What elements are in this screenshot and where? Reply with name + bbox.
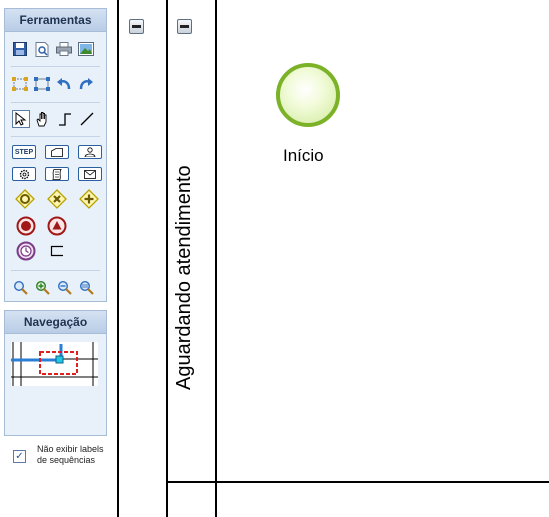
straight-connector-icon[interactable] [79, 111, 95, 127]
gateway-x-icon[interactable] [47, 189, 67, 209]
end-event-icon[interactable] [16, 216, 36, 236]
hand-pan-icon[interactable] [35, 111, 51, 127]
step-label: STEP [14, 148, 34, 156]
start-event[interactable] [276, 63, 340, 127]
print-preview-icon[interactable] [34, 41, 50, 57]
gateway-exclusive-icon[interactable] [15, 189, 35, 209]
annotation-icon[interactable] [49, 243, 65, 259]
export-image-icon[interactable] [78, 41, 94, 57]
toolbar-separator [11, 66, 100, 67]
minimap-drawing [11, 342, 98, 386]
zoom-actual-icon[interactable] [78, 279, 94, 295]
pointer-icon[interactable] [12, 110, 30, 128]
user-task-icon[interactable] [78, 145, 102, 159]
toolbox-panel: Ferramentas STEP [4, 8, 107, 302]
hide-labels-label[interactable]: Não exibir labels de sequências [37, 444, 112, 466]
toolbar-separator [11, 270, 100, 271]
zoom-out-icon[interactable] [56, 279, 72, 295]
ungroup-icon[interactable] [34, 76, 50, 92]
save-icon[interactable] [12, 41, 28, 57]
timer-event-icon[interactable] [16, 241, 36, 261]
lane-header-divider [215, 0, 217, 517]
message-task-icon[interactable] [78, 167, 102, 181]
toolbox-title: Ferramentas [5, 9, 106, 32]
error-event-icon[interactable] [47, 216, 67, 236]
zoom-fit-icon[interactable] [12, 279, 28, 295]
navigation-panel: Navegação [4, 310, 107, 436]
print-icon[interactable] [56, 41, 72, 57]
redo-icon[interactable] [78, 76, 94, 92]
zoom-in-icon[interactable] [34, 279, 50, 295]
pool-left-border [117, 0, 119, 517]
lane-bottom-border [166, 481, 549, 483]
navigation-title: Navegação [5, 311, 106, 334]
script-task-icon[interactable] [45, 167, 69, 181]
pool-collapse-button[interactable] [129, 19, 144, 34]
manual-task-icon[interactable] [45, 145, 69, 159]
service-task-icon[interactable] [12, 167, 36, 181]
toolbar-separator [11, 102, 100, 103]
lane-collapse-button[interactable] [177, 19, 192, 34]
gateway-parallel-icon[interactable] [79, 189, 99, 209]
navigation-minimap[interactable] [11, 342, 98, 386]
lane-label[interactable]: Aguardando atendimento [173, 165, 196, 390]
pool-header-divider [166, 0, 168, 517]
toolbar-separator [11, 136, 100, 137]
select-group-icon[interactable] [12, 76, 28, 92]
undo-icon[interactable] [56, 76, 72, 92]
step-task-icon[interactable]: STEP [12, 145, 36, 159]
elbow-connector-icon[interactable] [57, 111, 73, 127]
hide-labels-checkbox[interactable]: ✓ [13, 450, 26, 463]
start-event-label[interactable]: Início [283, 146, 324, 166]
